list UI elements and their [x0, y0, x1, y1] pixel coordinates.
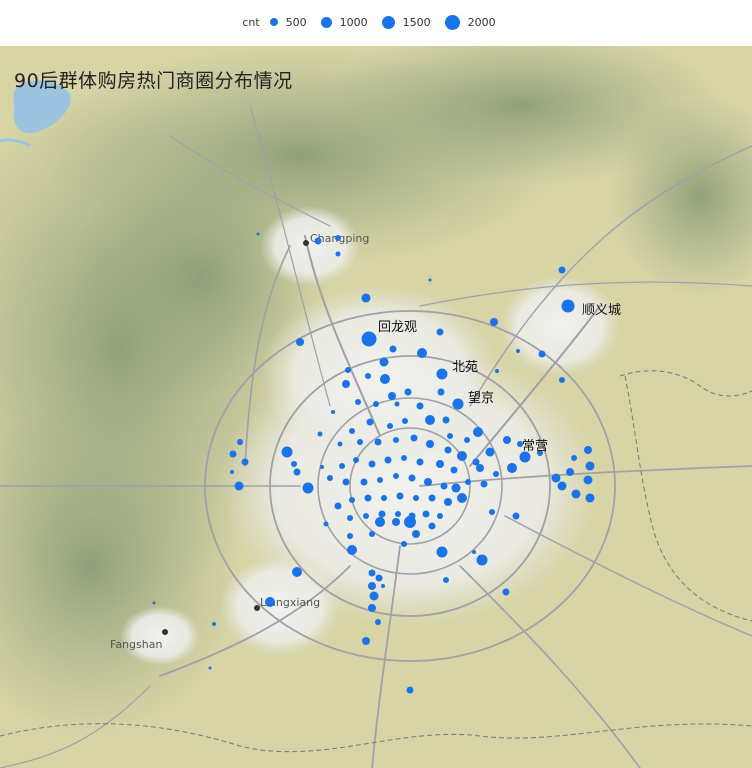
- place-label-fangshan: Fangshan: [110, 638, 162, 651]
- legend-label-1500: 1500: [402, 15, 431, 29]
- legend-label-1000: 1000: [339, 15, 368, 29]
- legend-item-1000[interactable]: 1000: [320, 15, 368, 29]
- hotspot-label-shunyicheng: 顺义城: [582, 303, 621, 318]
- legend-marker-500: [269, 18, 278, 26]
- legend-marker-1500: [381, 15, 395, 29]
- legend-marker-2000: [444, 14, 460, 30]
- hotspot-label-changying: 常营: [522, 439, 548, 454]
- hotspot-label-huilongguan: 回龙观: [378, 320, 417, 335]
- legend-item-1500[interactable]: 1500: [381, 15, 431, 29]
- legend-marker-1000: [320, 16, 332, 28]
- basemap: Changping Liangxiang Fangshan: [0, 46, 752, 768]
- legend-label-500: 500: [285, 15, 307, 29]
- legend-title: cnt: [242, 15, 260, 29]
- hotspot-label-wangjing: 望京: [468, 390, 494, 406]
- legend-label-2000: 2000: [467, 15, 496, 29]
- map-legend: cnt 500 1000 1500 2000: [0, 0, 752, 44]
- map-canvas[interactable]: Changping Liangxiang Fangshan: [0, 46, 752, 768]
- legend-item-2000[interactable]: 2000: [444, 14, 496, 30]
- map-title: 90后群体购房热门商圈分布情况: [14, 70, 293, 92]
- legend-item-500[interactable]: 500: [269, 15, 307, 29]
- hotspot-label-beiyuan: 北苑: [452, 360, 478, 375]
